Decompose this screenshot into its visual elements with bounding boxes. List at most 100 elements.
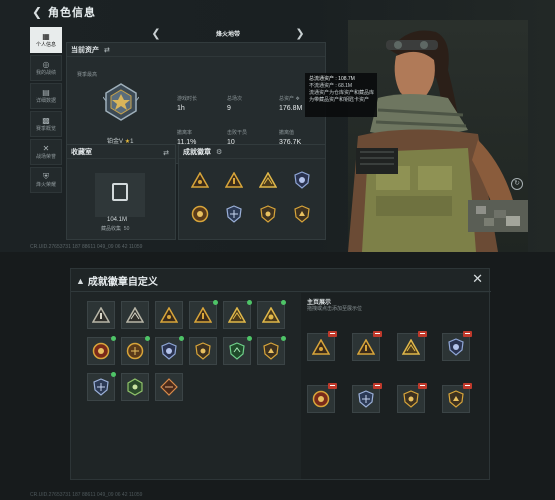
mode-name: 烽火地带 bbox=[215, 31, 240, 38]
display-slot[interactable] bbox=[397, 331, 427, 361]
nav-label: 烽火荣耀 bbox=[35, 182, 56, 188]
new-indicator bbox=[145, 336, 150, 341]
season-icon: ▩ bbox=[42, 116, 50, 125]
badge-triangle-icon[interactable] bbox=[189, 169, 211, 191]
new-indicator bbox=[247, 336, 252, 341]
rotate-icon[interactable]: ↻ bbox=[511, 178, 523, 190]
remove-icon[interactable] bbox=[418, 331, 427, 337]
nav-label: 战场荣誉 bbox=[35, 154, 56, 160]
vault-icon bbox=[112, 183, 128, 201]
rank-emblem-icon bbox=[103, 83, 139, 121]
nav-item-honor[interactable]: ⛨ 烽火荣耀 bbox=[30, 167, 62, 193]
close-x-icon[interactable]: ✕ bbox=[472, 272, 483, 285]
next-arrow-icon[interactable]: ❯ bbox=[292, 27, 308, 40]
badge-slot[interactable] bbox=[223, 336, 252, 365]
nav-label: 详细数据 bbox=[35, 98, 56, 104]
new-indicator bbox=[111, 372, 116, 377]
nav-label: 赛季概览 bbox=[35, 126, 56, 132]
stat-label-kills: 击败干员 bbox=[227, 130, 248, 136]
badge-slot[interactable] bbox=[257, 336, 286, 365]
badge-slot[interactable] bbox=[155, 336, 184, 365]
badge-triangle-icon[interactable] bbox=[257, 169, 279, 191]
warning-triangle-icon: ▲ bbox=[76, 275, 85, 286]
tooltip-line: 流通资产为仓库资产和藏品库 bbox=[309, 90, 375, 96]
badge-slot[interactable] bbox=[189, 337, 217, 365]
nav-item-battlefield[interactable]: ✕ 战场荣誉 bbox=[30, 139, 62, 165]
collection-panel[interactable]: 收藏室 ⇄ 104.1M 藏品收集 50 bbox=[66, 144, 176, 240]
display-slot[interactable] bbox=[352, 383, 382, 413]
badge-shield-blue-icon[interactable] bbox=[223, 203, 245, 225]
main-content: ❮ 烽火地带 ❯ 当前资产 ⇄ 赛季最高 铂金V ★1 3500 游戏时长 1h… bbox=[66, 24, 326, 246]
asset-tooltip: 总流通资产 : 108.7M 不流通资产 : 68.1M 流通资产为仓库资产和藏… bbox=[305, 73, 377, 117]
remove-icon[interactable] bbox=[418, 383, 427, 389]
display-slot[interactable] bbox=[442, 383, 472, 413]
assets-title: 当前资产 bbox=[71, 46, 99, 54]
new-indicator bbox=[213, 300, 218, 305]
new-indicator bbox=[247, 300, 252, 305]
remove-icon[interactable] bbox=[328, 331, 337, 337]
badge-slot[interactable] bbox=[189, 300, 218, 329]
nav-item-detail-data[interactable]: ▤ 详细数据 bbox=[30, 83, 62, 109]
swap-icon[interactable]: ⇄ bbox=[104, 46, 110, 54]
tools-icon: ✕ bbox=[42, 144, 50, 153]
badge-shield-gold-icon[interactable] bbox=[257, 203, 279, 225]
prev-arrow-icon[interactable]: ❮ bbox=[148, 27, 164, 40]
stat-label-playtime: 游戏时长 bbox=[177, 96, 198, 102]
achievement-title: 成就徽章 bbox=[183, 148, 211, 156]
stat-label-matches: 总场次 bbox=[227, 96, 243, 102]
display-slot[interactable] bbox=[307, 383, 337, 413]
badge-slot[interactable] bbox=[121, 336, 150, 365]
badge-slot[interactable] bbox=[87, 336, 116, 365]
display-slot[interactable] bbox=[397, 383, 427, 413]
display-slot[interactable] bbox=[352, 331, 382, 361]
stat-label-extract-rate: 撤离率 bbox=[177, 130, 193, 136]
data-icon: ▤ bbox=[42, 88, 50, 97]
back-arrow-icon[interactable]: ❮ bbox=[30, 5, 44, 19]
operator-character-image bbox=[348, 20, 528, 252]
remove-icon[interactable] bbox=[373, 331, 382, 337]
remove-icon[interactable] bbox=[373, 383, 382, 389]
mode-switcher: ❮ 烽火地带 ❯ bbox=[148, 26, 308, 40]
display-slot[interactable] bbox=[442, 331, 472, 361]
badge-slot[interactable] bbox=[121, 373, 149, 401]
stat-value-playtime: 1h bbox=[177, 105, 185, 112]
badge-slot[interactable] bbox=[87, 301, 115, 329]
collection-header: 收藏室 bbox=[67, 145, 175, 159]
new-indicator bbox=[281, 336, 286, 341]
info-icon[interactable]: ❖ bbox=[295, 96, 299, 102]
badge-slot[interactable] bbox=[155, 373, 183, 401]
nav-item-season[interactable]: ▩ 赛季概览 bbox=[30, 111, 62, 137]
badge-slot[interactable] bbox=[121, 301, 149, 329]
badge-shield-icon[interactable] bbox=[291, 169, 313, 191]
status-bar: CR.UID.27653731 187 88611 049_09 06 42 1… bbox=[30, 492, 143, 498]
badge-slot[interactable] bbox=[87, 372, 116, 401]
badge-slot[interactable] bbox=[223, 300, 252, 329]
badge-shield-gold-icon[interactable] bbox=[291, 203, 313, 225]
remove-icon[interactable] bbox=[463, 331, 472, 337]
divider bbox=[71, 291, 491, 292]
status-bar: CR.UID.27653731 187 88611 049_09 06 42 1… bbox=[30, 244, 143, 250]
stat-value-matches: 9 bbox=[227, 105, 231, 112]
target-icon: ◎ bbox=[42, 60, 50, 69]
swap-icon[interactable]: ⇄ bbox=[163, 149, 169, 157]
collection-count: 藏品收集 50 bbox=[101, 226, 130, 232]
nav-item-personal-info[interactable]: ▦ 个人信息 bbox=[30, 27, 62, 53]
gear-icon[interactable]: ⚙ bbox=[216, 148, 222, 156]
badge-slot[interactable] bbox=[155, 301, 183, 329]
nav-item-my-record[interactable]: ◎ 我的战绩 bbox=[30, 55, 62, 81]
stat-label-total-assets: 总资产 ❖ bbox=[279, 96, 300, 102]
tooltip-line: 不流通资产 : 68.1M bbox=[309, 83, 353, 89]
remove-icon[interactable] bbox=[328, 383, 337, 389]
display-slot[interactable] bbox=[307, 331, 337, 361]
remove-icon[interactable] bbox=[463, 383, 472, 389]
assets-header: 当前资产 ⇄ bbox=[67, 43, 325, 57]
nav-label: 个人信息 bbox=[35, 42, 56, 48]
achievement-panel[interactable]: 成就徽章 ⚙ bbox=[178, 144, 326, 240]
badge-round-icon[interactable] bbox=[189, 203, 211, 225]
new-indicator bbox=[179, 336, 184, 341]
badge-slot[interactable] bbox=[257, 300, 286, 329]
side-nav: ▦ 个人信息 ◎ 我的战绩 ▤ 详细数据 ▩ 赛季概览 ✕ 战场荣誉 ⛨ 烽火荣… bbox=[30, 27, 62, 195]
badge-triangle-icon[interactable] bbox=[223, 169, 245, 191]
page-title: 角色信息 bbox=[48, 7, 96, 19]
achievement-header: 成就徽章 ⚙ bbox=[179, 145, 325, 159]
